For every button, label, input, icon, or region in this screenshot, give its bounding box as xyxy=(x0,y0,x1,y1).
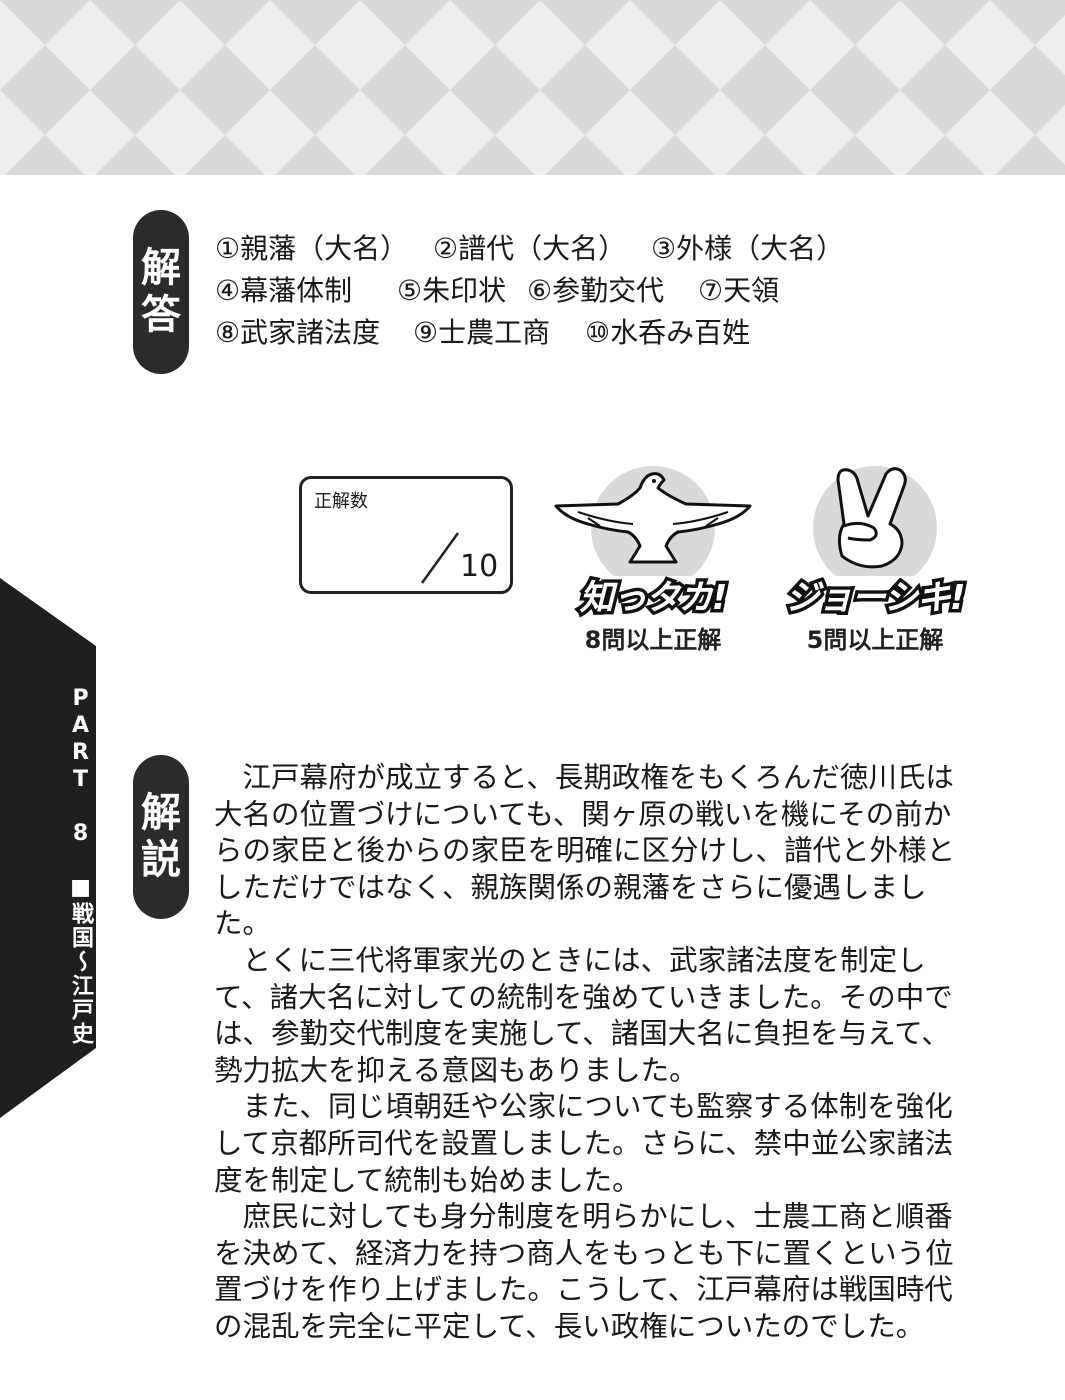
explanation-body: 江戸幕府が成立すると、長期政権をもくろんだ徳川氏は大名の位置づけについても、関ヶ… xyxy=(214,760,974,1346)
score-box: 正解数 10 xyxy=(299,476,513,594)
badge-condition: 5問以上正解 xyxy=(806,626,944,654)
badge-title-fill: ジョーシキ! xyxy=(785,578,966,618)
explanation-tag: 解 説 xyxy=(133,755,189,919)
slash-icon xyxy=(420,532,460,584)
side-tab-text: PART 8 ■戦国〜江戸史 xyxy=(68,686,93,1046)
answer-tag: 解 答 xyxy=(133,210,189,374)
score-total: 10 xyxy=(460,549,499,584)
peace-sign-icon xyxy=(813,466,937,576)
explanation-tag-char-2: 説 xyxy=(141,837,181,883)
badge-title-fill: 知っタカ! xyxy=(579,578,728,618)
score-label: 正解数 xyxy=(314,491,368,512)
answer-tag-char-1: 解 xyxy=(141,244,181,291)
answers-row: ⑧武家諸法度 ⑨士農工商 ⑩水呑み百姓 xyxy=(215,312,1035,354)
answer-item: ⑨士農工商 xyxy=(413,316,551,349)
answers-row: ①親藩（大名） ②譜代（大名） ③外様（大名） xyxy=(215,228,1035,270)
badge-condition: 8問以上正解 xyxy=(584,626,722,654)
answer-item: ⑩水呑み百姓 xyxy=(585,316,751,349)
answers-list: ①親藩（大名） ②譜代（大名） ③外様（大名） ④幕藩体制 ⑤朱印状 ⑥参勤交代 ⑦天領 … xyxy=(215,228,1035,354)
answer-item: ⑥参勤交代 xyxy=(527,274,665,307)
answer-item: ①親藩（大名） xyxy=(215,232,409,265)
answer-item: ⑤朱印状 xyxy=(397,274,507,307)
explanation-paragraph: とくに三代将軍家光のときには、武家諸法度を制定して、諸大名に対しての統制を強めて… xyxy=(214,943,953,1087)
explanation-paragraph: 庶民に対しても身分制度を明らかにし、士農工商と順番を決めて、経済力を持つ商人をも… xyxy=(214,1200,954,1343)
answer-item: ③外様（大名） xyxy=(651,232,845,265)
badge-hawk: 知っタカ! 知っタカ! 8問以上正解 xyxy=(548,466,758,654)
explanation-tag-char-1: 解 xyxy=(141,789,181,836)
answer-item: ④幕藩体制 xyxy=(215,274,353,307)
answer-item: ②譜代（大名） xyxy=(433,232,627,265)
checker-banner xyxy=(0,0,1065,175)
answer-tag-char-2: 答 xyxy=(141,292,181,338)
answer-item: ⑧武家諸法度 xyxy=(215,316,381,349)
answer-item: ⑦天領 xyxy=(698,274,780,307)
answers-row: ④幕藩体制 ⑤朱印状 ⑥参勤交代 ⑦天領 xyxy=(215,270,1035,312)
badge-peace: ジョーシキ! ジョーシキ! 5問以上正解 xyxy=(770,466,980,654)
hawk-icon xyxy=(554,466,752,576)
explanation-paragraph: 江戸幕府が成立すると、長期政権をもくろんだ徳川氏は大名の位置づけについても、関ヶ… xyxy=(214,761,956,941)
explanation-paragraph: また、同じ頃朝廷や公家についても監察する体制を強化して京都所司代を設置しました。… xyxy=(214,1090,954,1197)
